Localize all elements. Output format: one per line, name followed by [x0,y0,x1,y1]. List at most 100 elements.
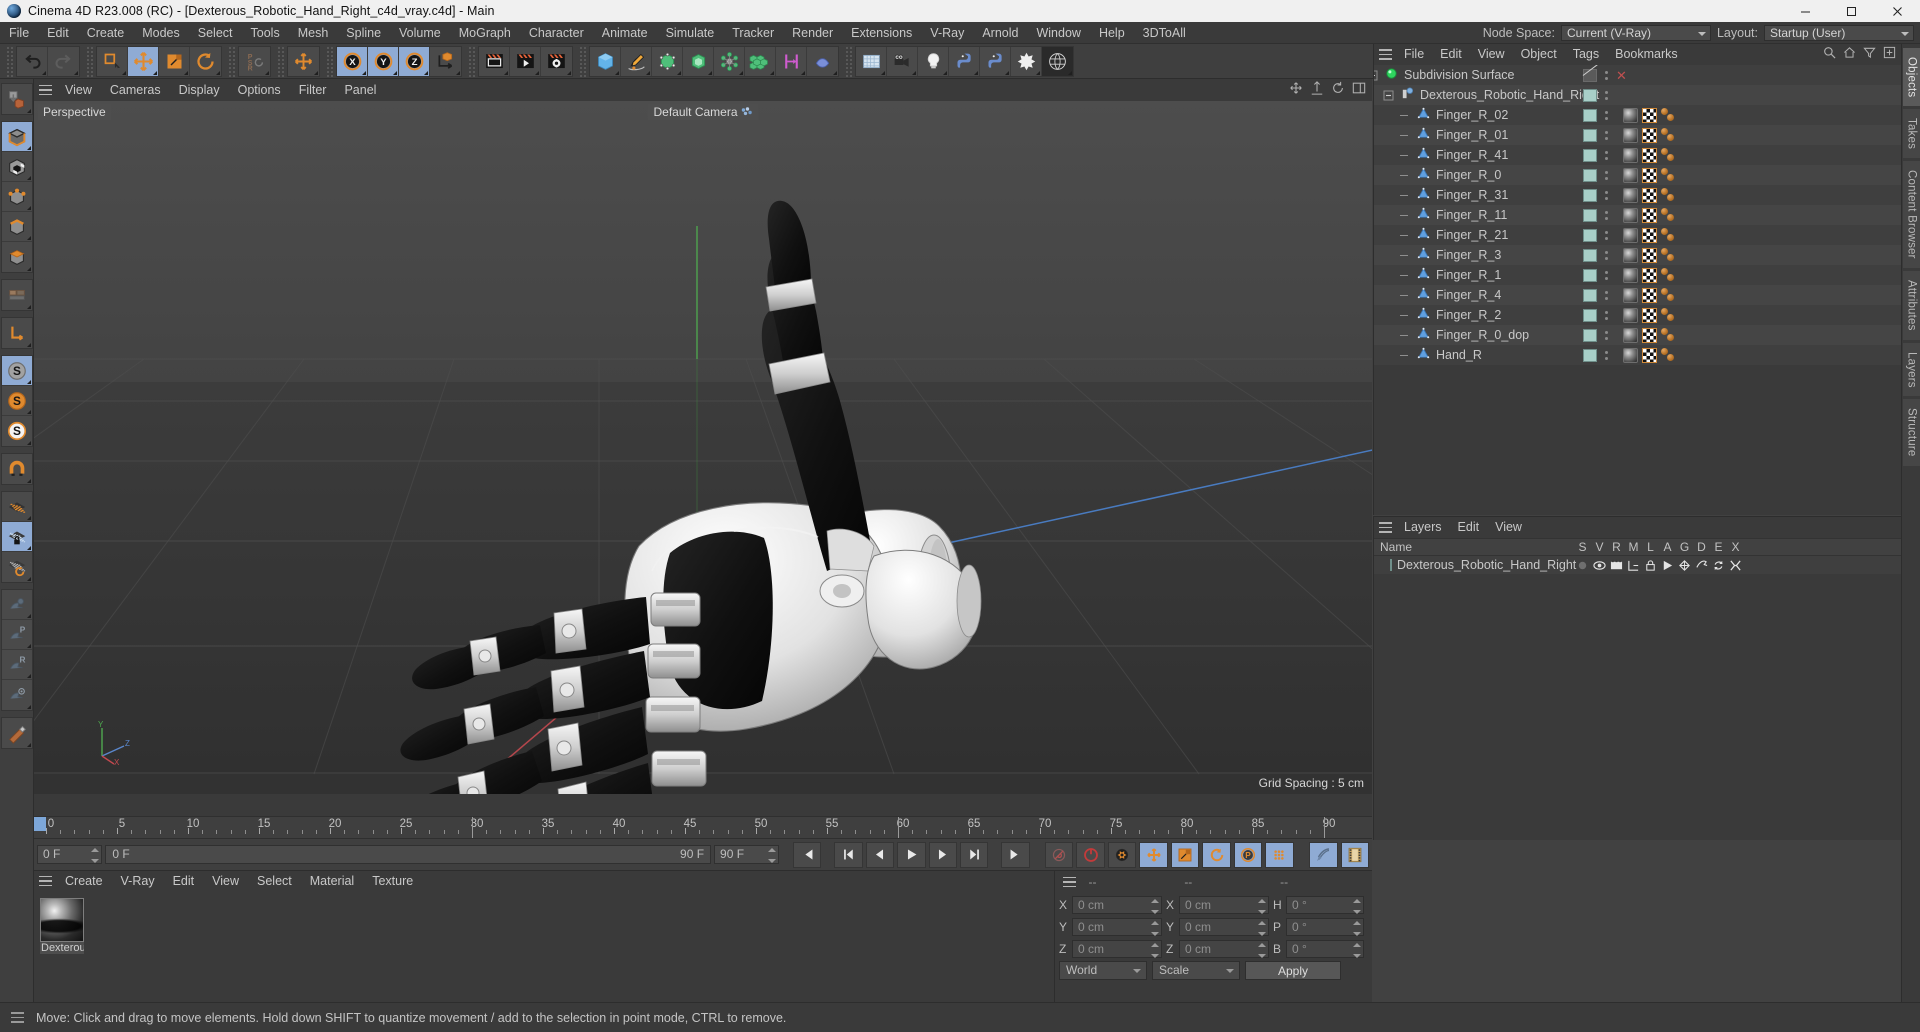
coord-input-rotation-p[interactable]: 0 ° [1286,917,1364,936]
timeline-start-frame-input[interactable]: 0 F [37,845,103,864]
menu-animate[interactable]: Animate [593,22,657,44]
object-row[interactable]: Finger_R_01 [1374,125,1901,145]
texture-tag-icon[interactable] [1642,127,1657,143]
add-cube-button[interactable] [590,46,621,76]
render-queue-button[interactable] [510,46,541,76]
object-row[interactable]: Finger_R_0_dop [1374,325,1901,345]
viewport-menu-display[interactable]: Display [170,79,229,101]
coord-input-size-x[interactable]: 0 cm [1179,895,1269,914]
undo-button[interactable] [17,46,48,76]
timeline-range-field[interactable]: 0 F 90 F [105,845,712,864]
layer-color-swatch[interactable] [1390,559,1392,571]
axis-mode-button[interactable] [1,318,32,348]
make-editable-button[interactable] [1,84,32,114]
spinner-icon[interactable] [1151,920,1159,936]
workplane-button[interactable] [1,492,32,522]
coord-input-size-y[interactable]: 0 cm [1179,917,1269,936]
material-preview-sphere[interactable] [40,898,84,942]
object-row[interactable]: Hand_R [1374,345,1901,365]
material-menu-edit[interactable]: Edit [164,871,204,891]
coord-input-rotation-h[interactable]: 0 ° [1286,895,1364,914]
toolbar-grip[interactable] [228,45,236,77]
toolbar-grip[interactable] [86,45,94,77]
dock-tab-layers[interactable]: Layers [1902,342,1920,397]
sound-button[interactable] [1309,841,1338,868]
phong-tag-icon[interactable] [1623,327,1638,343]
add-spline-button[interactable] [621,46,652,76]
dock-tab-objects[interactable]: Objects [1902,48,1920,107]
object-name[interactable]: Finger_R_02 [1431,108,1508,122]
object-row[interactable]: Finger_R_0 [1374,165,1901,185]
add-array-button[interactable] [745,46,776,76]
planar-workplane-button[interactable] [1,552,32,582]
vray-tag-icon[interactable] [1661,227,1676,243]
go-to-end-button[interactable] [1001,841,1030,868]
menu-create[interactable]: Create [78,22,134,44]
object-name[interactable]: Subdivision Surface [1399,68,1514,82]
object-menu-bookmarks[interactable]: Bookmarks [1607,44,1686,65]
object-menu-view[interactable]: View [1470,44,1513,65]
object-visibility-dots[interactable] [1602,250,1611,260]
object-row[interactable]: Finger_R_4 [1374,285,1901,305]
maximize-button[interactable] [1828,0,1874,22]
material-item[interactable]: Dexterou [40,898,84,954]
python-generator-button[interactable] [980,46,1011,76]
viewport-solo-r-button[interactable]: R [1,650,32,680]
dock-tab-content-browser[interactable]: Content Browser [1902,161,1920,269]
coord-header-position[interactable]: -- [1080,875,1176,889]
phong-tag-icon[interactable] [1623,247,1638,263]
spinner-icon[interactable] [1258,942,1266,958]
enable-quantize-button[interactable]: S [1,416,32,446]
texture-tag-icon[interactable] [1642,207,1657,223]
object-name[interactable]: Dexterous_Robotic_Hand_Right [1415,88,1599,102]
menu-character[interactable]: Character [520,22,593,44]
object-row[interactable]: Dexterous_Robotic_Hand_Right [1374,85,1901,105]
spinner-icon[interactable] [1151,942,1159,958]
vray-tag-icon[interactable] [1661,247,1676,263]
dock-tab-takes[interactable]: Takes [1902,109,1920,159]
menu-simulate[interactable]: Simulate [657,22,724,44]
close-icon[interactable]: ✕ [1616,69,1627,82]
texture-tag-icon[interactable] [1642,227,1657,243]
menu-file[interactable]: File [0,22,38,44]
object-name[interactable]: Finger_R_21 [1431,228,1508,242]
add-camera-button[interactable] [887,46,918,76]
vray-tag-icon[interactable] [1661,307,1676,323]
film-strip-button[interactable] [1340,841,1370,868]
object-visibility-swatch[interactable] [1583,128,1597,142]
object-visibility-dots[interactable] [1602,130,1611,140]
object-visibility-dots[interactable] [1602,70,1611,80]
spinner-icon[interactable] [1353,898,1361,914]
spinner-icon[interactable] [1353,942,1361,958]
phong-tag-icon[interactable] [1623,287,1638,303]
object-visibility-dots[interactable] [1602,290,1611,300]
vray-tag-icon[interactable] [1661,207,1676,223]
layer-menu-layers[interactable]: Layers [1396,517,1450,538]
add-generator-button[interactable] [652,46,683,76]
phong-tag-icon[interactable] [1623,147,1638,163]
timeline-current-frame-marker[interactable] [34,817,46,831]
object-row[interactable]: Finger_R_11 [1374,205,1901,225]
object-name[interactable]: Finger_R_1 [1431,268,1501,282]
add-icon[interactable] [1883,46,1896,62]
coord-input-position-z[interactable]: 0 cm [1072,939,1162,958]
spinner-icon[interactable] [1151,898,1159,914]
coord-input-rotation-b[interactable]: 0 ° [1286,939,1364,958]
add-floor-button[interactable] [856,46,887,76]
render-view-button[interactable] [479,46,510,76]
object-menu-edit[interactable]: Edit [1432,44,1470,65]
texture-tag-icon[interactable] [1642,247,1657,263]
world-object-axis-button[interactable] [430,46,461,76]
record-points-button[interactable] [1265,841,1294,868]
object-visibility-dots[interactable] [1602,110,1611,120]
object-row[interactable]: Finger_R_1 [1374,265,1901,285]
vray-tag-icon[interactable] [1661,127,1676,143]
object-visibility-swatch[interactable] [1583,288,1597,302]
vray-tag-icon[interactable] [1661,327,1676,343]
rotate-icon[interactable] [1331,81,1345,98]
object-name[interactable]: Finger_R_0 [1431,168,1501,182]
pan-icon[interactable] [1289,81,1303,98]
phong-tag-icon[interactable] [1623,207,1638,223]
object-row[interactable]: Finger_R_3 [1374,245,1901,265]
close-button[interactable] [1874,0,1920,22]
